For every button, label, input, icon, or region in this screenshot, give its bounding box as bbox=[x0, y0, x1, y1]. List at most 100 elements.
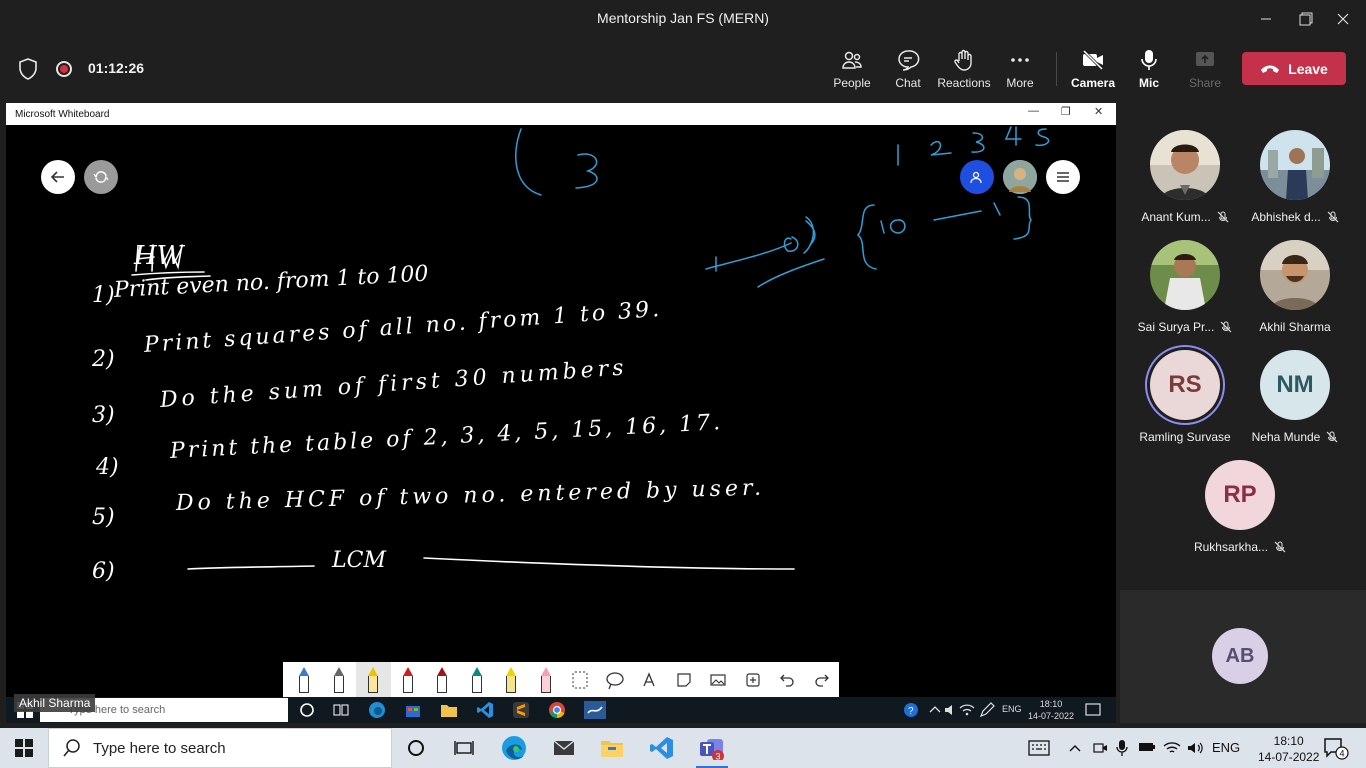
chat-label: Chat bbox=[895, 76, 921, 90]
wifi-icon[interactable] bbox=[1162, 739, 1182, 757]
participant-avatar: NM bbox=[1260, 350, 1330, 420]
participant-tile[interactable]: Anant Kum... bbox=[1130, 103, 1240, 224]
taskbar-time: 18:10 bbox=[1273, 734, 1304, 748]
participant-tile[interactable]: RP Rukhsarkha... bbox=[1185, 433, 1295, 554]
window-title: Mentorship Jan FS (MERN) bbox=[597, 10, 769, 26]
close-icon bbox=[1337, 13, 1349, 25]
edge-button[interactable] bbox=[494, 732, 534, 764]
wb-restore-icon[interactable]: ❐ bbox=[1061, 105, 1071, 118]
recording-icon bbox=[56, 61, 72, 77]
participant-tile[interactable]: Akhil Sharma bbox=[1240, 213, 1350, 334]
explorer-button[interactable] bbox=[592, 732, 632, 764]
highlighter[interactable] bbox=[494, 662, 529, 697]
whiteboard-canvas[interactable]: HW 1) Print even no. from 1 to 100 2) Pr… bbox=[6, 125, 1116, 689]
hamburger-icon bbox=[1057, 172, 1069, 182]
people-button[interactable]: People bbox=[822, 48, 882, 92]
taskbar-clock[interactable]: 18:10 14-07-2022 bbox=[1258, 733, 1319, 765]
mic-label: Mic bbox=[1138, 76, 1159, 90]
task-view-button[interactable] bbox=[444, 732, 484, 764]
reactions-icon bbox=[954, 49, 972, 71]
task-6-num: 6) bbox=[92, 559, 115, 584]
pen-icon bbox=[368, 666, 379, 693]
share-label: Share bbox=[1188, 76, 1222, 90]
self-view[interactable]: AB bbox=[1120, 590, 1366, 723]
edge-icon bbox=[502, 736, 526, 760]
more-button[interactable]: More bbox=[990, 48, 1050, 92]
share-button[interactable]: Share bbox=[1175, 48, 1235, 92]
mail-button[interactable] bbox=[544, 732, 584, 764]
wb-close-icon[interactable]: ✕ bbox=[1094, 105, 1103, 118]
participant-avatar: RS bbox=[1150, 350, 1220, 420]
shield-icon[interactable] bbox=[18, 58, 38, 80]
meet-now-icon[interactable] bbox=[1092, 739, 1108, 757]
menu-button[interactable] bbox=[1046, 160, 1080, 194]
phone-hangup-icon bbox=[1261, 65, 1280, 73]
pen-icon bbox=[299, 666, 310, 693]
lasso[interactable] bbox=[598, 662, 633, 697]
ruler[interactable] bbox=[563, 662, 598, 697]
cortana-button[interactable] bbox=[396, 732, 436, 764]
undo-button[interactable] bbox=[770, 662, 805, 697]
vscode-button[interactable] bbox=[642, 732, 682, 764]
wifi-icon bbox=[959, 704, 975, 716]
vscode-icon bbox=[477, 702, 493, 718]
teams-button[interactable]: 3 bbox=[692, 732, 732, 768]
mic-button[interactable]: Mic bbox=[1119, 48, 1179, 92]
participant-initials: RP bbox=[1223, 481, 1257, 508]
back-button[interactable] bbox=[41, 160, 75, 194]
sync-button[interactable] bbox=[84, 160, 118, 194]
participant-name: Rukhsarkha... bbox=[1193, 540, 1269, 554]
participant-tile[interactable]: Abhishek d... bbox=[1240, 103, 1350, 224]
mic-tray-icon[interactable] bbox=[1116, 739, 1128, 757]
leave-button[interactable]: Leave bbox=[1242, 52, 1346, 85]
pen-darkred[interactable] bbox=[425, 662, 460, 697]
title-bar: Mentorship Jan FS (MERN) bbox=[0, 0, 1366, 38]
wb-minimize-icon[interactable]: — bbox=[1028, 105, 1039, 117]
note-tool[interactable] bbox=[667, 662, 702, 697]
pen-white[interactable] bbox=[287, 662, 322, 697]
eraser[interactable] bbox=[529, 662, 564, 697]
cortana-icon bbox=[408, 740, 424, 756]
battery-icon[interactable] bbox=[1138, 741, 1156, 753]
redo-button[interactable] bbox=[805, 662, 840, 697]
user-avatar[interactable] bbox=[1003, 160, 1037, 194]
more-icon bbox=[1011, 58, 1029, 62]
camera-off-icon bbox=[1082, 49, 1104, 71]
participant-tile[interactable]: NM Neha Munde bbox=[1240, 323, 1350, 444]
task-view-icon bbox=[454, 741, 474, 755]
notification-count: 4 bbox=[1340, 749, 1345, 759]
participant-avatar bbox=[1150, 130, 1220, 200]
invite-button[interactable] bbox=[960, 160, 994, 194]
camera-button[interactable]: Camera bbox=[1063, 48, 1123, 92]
pen-red[interactable] bbox=[391, 662, 426, 697]
action-center-button[interactable]: 4 bbox=[1314, 732, 1358, 764]
edge-icon bbox=[369, 702, 385, 718]
back-arrow-icon bbox=[51, 171, 64, 183]
taskbar-date: 14-07-2022 bbox=[1258, 750, 1320, 764]
pen-gray[interactable] bbox=[322, 662, 357, 697]
start-button[interactable] bbox=[0, 728, 48, 768]
chat-button[interactable]: Chat bbox=[878, 48, 938, 92]
language-indicator[interactable]: ENG bbox=[1212, 740, 1240, 755]
volume-icon[interactable] bbox=[1186, 739, 1204, 757]
pen-teal[interactable] bbox=[460, 662, 495, 697]
text-icon bbox=[643, 671, 655, 686]
explorer-icon bbox=[441, 705, 457, 717]
taskbar-search[interactable]: Type here to search bbox=[48, 728, 392, 768]
close-button[interactable] bbox=[1320, 0, 1366, 38]
pen-yellow[interactable] bbox=[356, 662, 391, 697]
pen-icon bbox=[333, 666, 344, 693]
store-icon bbox=[406, 706, 420, 717]
participant-tile[interactable]: Sai Surya Pr... bbox=[1130, 213, 1240, 334]
pen-tray-icon bbox=[979, 702, 995, 718]
participant-tile[interactable]: RS Ramling Survase bbox=[1130, 323, 1240, 444]
ruler-icon bbox=[572, 671, 588, 688]
image-tool[interactable] bbox=[701, 662, 736, 697]
chevron-up-icon[interactable] bbox=[1068, 741, 1082, 755]
participant-avatar bbox=[1260, 240, 1330, 310]
whiteboard-app-icon bbox=[584, 701, 606, 719]
shared-screen: Microsoft Whiteboard — ❐ ✕ 1) Print even… bbox=[6, 103, 1116, 723]
text-tool[interactable] bbox=[632, 662, 667, 697]
insert-tool[interactable] bbox=[736, 662, 771, 697]
reactions-button[interactable]: Reactions bbox=[934, 48, 994, 92]
